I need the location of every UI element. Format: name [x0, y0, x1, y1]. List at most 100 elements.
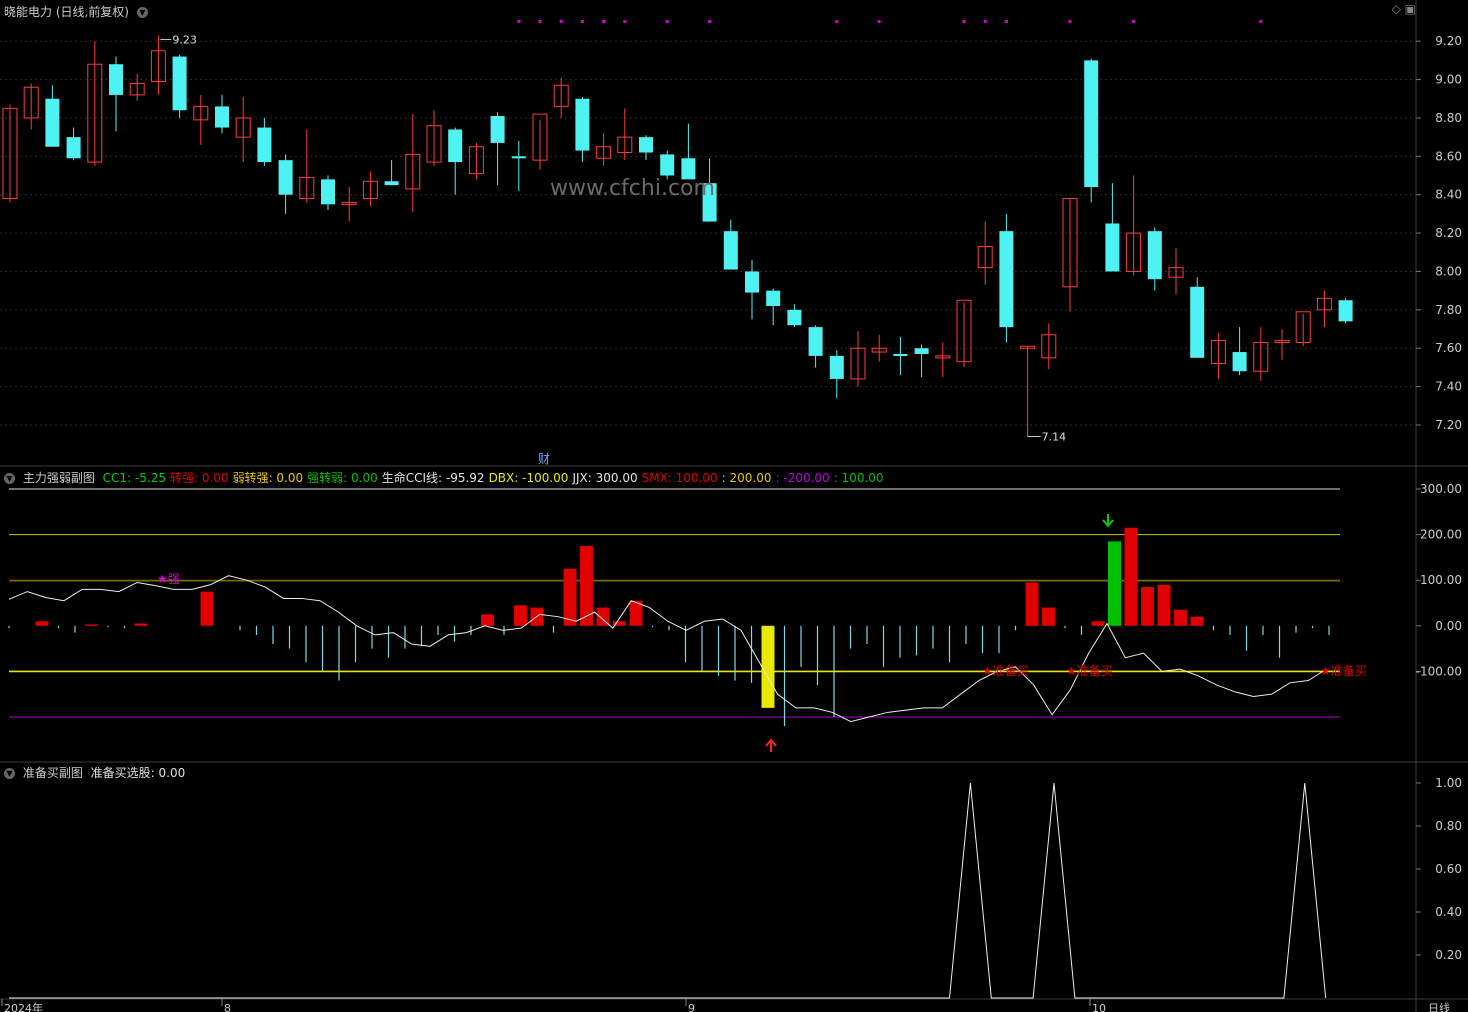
- indicator-tick-label: -100.00: [1416, 664, 1462, 678]
- candle-body: [1190, 286, 1205, 358]
- signal-dot: [517, 20, 521, 23]
- indicator-bar: [338, 625, 340, 681]
- candle-body: [639, 137, 653, 153]
- signal-dot: [602, 20, 606, 23]
- high-label: 9.23: [172, 33, 197, 46]
- indicator-bar: [35, 621, 49, 626]
- down-arrow-icon: [1102, 514, 1114, 528]
- collapse-icon[interactable]: ▼: [4, 473, 15, 484]
- candle-body: [1338, 300, 1353, 322]
- signal-dot: [877, 20, 881, 23]
- buy-mark: ★准备买: [982, 664, 1029, 678]
- indicator-bar: [1080, 625, 1083, 635]
- prep-tick-label: 0.80: [1435, 819, 1462, 833]
- indicator-bar: [750, 625, 753, 683]
- candle-body: [1084, 60, 1099, 188]
- prep-header: ▼ 准备买副图 准备买选股: 0.00: [4, 764, 193, 781]
- indicator-legend-item-4: 生命CCI线: -95.92: [381, 471, 485, 485]
- price-tick-label: 7.20: [1435, 418, 1462, 432]
- candle-body: [490, 116, 505, 143]
- indicator-bar: [981, 625, 984, 654]
- stock-chart-canvas[interactable]: 9.20 9.00 8.80 8.60 8.40 8.20 8.00 7.80 7.60 7.40…: [0, 0, 1468, 1012]
- indicator-bar: [85, 624, 98, 626]
- indicator-bar: [1014, 625, 1017, 631]
- indicator-bar: [1262, 625, 1264, 635]
- candle-body: [109, 64, 123, 95]
- low-label: 7.14: [1042, 430, 1067, 443]
- indicator-bar: [761, 625, 775, 708]
- candle-body: [745, 271, 759, 293]
- indicator-bar: [1328, 625, 1330, 635]
- diamond-icon[interactable]: ◇: [1392, 2, 1401, 16]
- indicator-bar: [255, 625, 258, 635]
- indicator-bar: [123, 625, 126, 629]
- indicator-bar: [437, 625, 439, 635]
- indicator-bar: [783, 625, 786, 727]
- indicator-legend-item-3: 强转弱: 0.00: [307, 471, 378, 485]
- candle-body: [448, 129, 463, 163]
- indicator-bar: [998, 625, 1000, 654]
- candle-body: [45, 98, 60, 147]
- indicator-header: ▼ 主力强弱副图 CC1: -5.25 转强: 0.00 弱转强: 0.00 强转弱:…: [4, 469, 892, 486]
- indicator-bar: [1157, 584, 1171, 626]
- indicator-legend-item-5: DBX: -100.00: [488, 471, 569, 485]
- candle-body: [660, 154, 675, 176]
- candle-body: [723, 231, 738, 270]
- indicator-bar: [1025, 582, 1039, 626]
- price-tick-label: 9.20: [1435, 34, 1462, 48]
- collapse-icon[interactable]: ▼: [136, 7, 148, 18]
- indicator-bar: [965, 625, 967, 645]
- indicator-bar: [915, 625, 918, 656]
- price-tick-label: 8.60: [1435, 149, 1462, 163]
- indicator-bar: [107, 625, 109, 628]
- signal-dot: [1132, 20, 1136, 23]
- candle-body: [787, 309, 802, 326]
- indicator-legend-item-1: 转强: 0.00: [169, 471, 229, 485]
- indicator-bar: [849, 625, 852, 649]
- candle-body: [914, 348, 929, 354]
- indicator-legend-item-0: CC1: -5.25: [102, 471, 166, 485]
- prep-name: 准备买副图: [22, 766, 83, 780]
- signal-dot: [1259, 20, 1263, 23]
- price-tick-label: 8.80: [1435, 111, 1462, 125]
- date-label: 9: [688, 1002, 695, 1012]
- candle-body: [384, 181, 399, 186]
- prep-legend-item-0: 准备买选股: 0.00: [90, 766, 186, 780]
- price-tick-label: 7.60: [1435, 341, 1462, 355]
- candle-body: [1232, 352, 1247, 372]
- indicator-bar: [404, 625, 406, 649]
- candle-body: [575, 98, 590, 151]
- indicator-bar: [866, 625, 868, 645]
- indicator-bar: [734, 625, 736, 681]
- indicator-bar: [701, 625, 703, 672]
- candle-body: [893, 353, 908, 356]
- indicator-bar: [305, 625, 307, 663]
- period-label: 日线: [1428, 1001, 1450, 1012]
- indicator-bar: [200, 591, 214, 626]
- price-tick-label: 8.40: [1435, 188, 1462, 202]
- indicator-bar: [74, 625, 76, 633]
- indicator-bar: [321, 625, 324, 672]
- indicator-bar: [668, 625, 670, 631]
- buy-mark: ★准备买: [1320, 664, 1367, 678]
- chart-title: 晓能电力 (日线,前复权) ▼: [4, 3, 152, 20]
- indicator-bar: [1042, 607, 1055, 626]
- watermark: www.cfchi.com: [550, 176, 715, 201]
- indicator-tick-label: 100.00: [1420, 573, 1462, 587]
- indicator-bar: [1295, 625, 1297, 633]
- candle-body: [215, 106, 229, 128]
- signal-dot: [559, 20, 563, 23]
- candle-body: [511, 156, 526, 159]
- indicator-legend-item-7: SMX: 100.00: [641, 471, 718, 485]
- window-icon[interactable]: ▣: [1405, 2, 1416, 16]
- indicator-bar: [481, 614, 494, 626]
- indicator-bar: [932, 625, 934, 649]
- candle-body: [1105, 223, 1120, 272]
- collapse-icon[interactable]: ▼: [4, 768, 15, 779]
- buy-mark: ★准备买: [1066, 664, 1113, 678]
- indicator-legend-item-6: JJX: 300.00: [572, 471, 638, 485]
- date-label: 2024年: [4, 1001, 43, 1012]
- indicator-bar: [1190, 616, 1204, 626]
- indicator-bar: [272, 625, 274, 645]
- prep-tick-label: 1.00: [1435, 776, 1462, 790]
